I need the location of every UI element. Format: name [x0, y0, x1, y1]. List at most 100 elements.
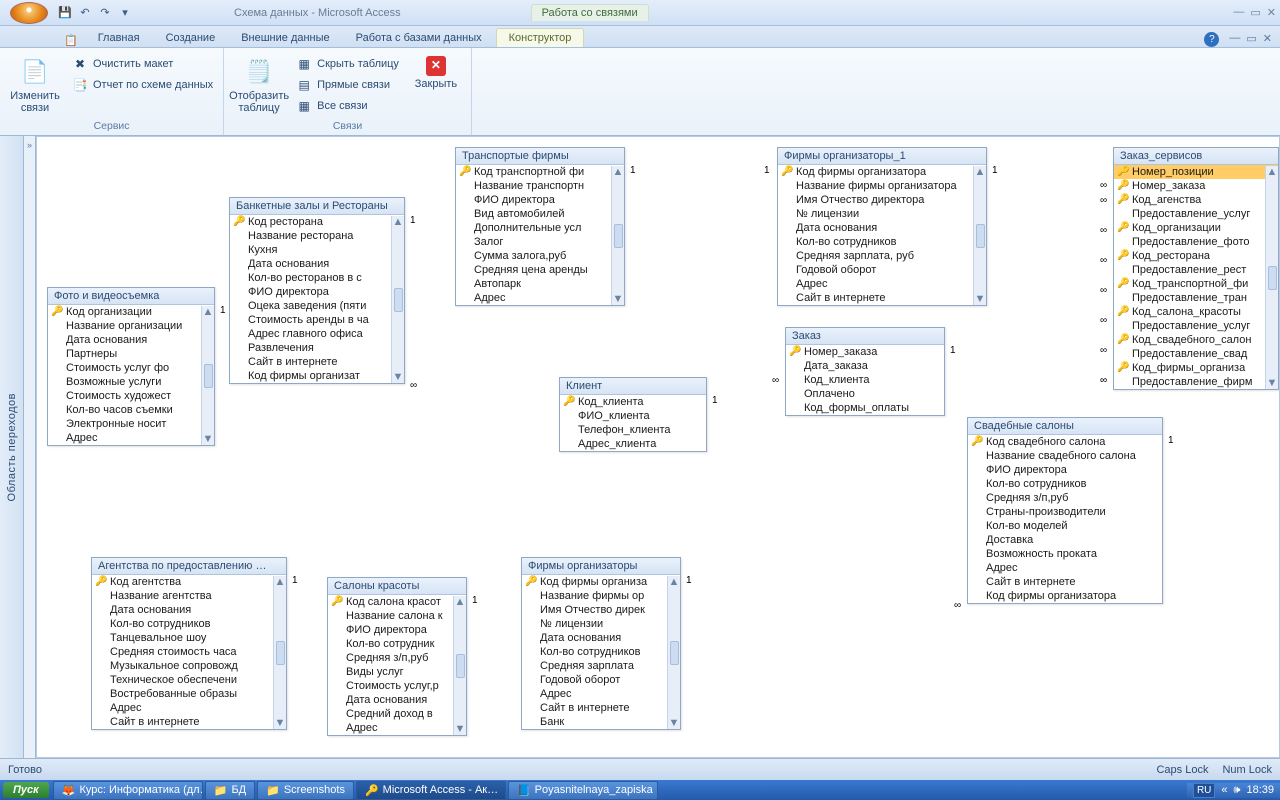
entity-field[interactable]: Средняя зарплата — [522, 659, 680, 673]
entity-org[interactable]: Фирмы организаторы🔑Код фирмы организаНаз… — [521, 557, 681, 730]
entity-field[interactable]: 🔑Код_салона_красоты — [1114, 305, 1278, 319]
entity-field[interactable]: Название ресторана — [230, 229, 404, 243]
entity-field[interactable]: Сайт в интернете — [230, 355, 404, 369]
entity-field[interactable]: Кол-во сотрудников — [522, 645, 680, 659]
entity-field[interactable]: Адрес — [778, 277, 986, 291]
table-scrollbar[interactable]: ▲▼ — [667, 576, 680, 729]
entity-field[interactable]: Стоимость аренды в ча — [230, 313, 404, 327]
entity-field[interactable]: Стоимость услуг,р — [328, 679, 466, 693]
maximize-icon[interactable]: ▭ — [1250, 6, 1260, 19]
entity-photo[interactable]: Фото и видеосъемка🔑Код организацииНазван… — [47, 287, 215, 446]
taskbar-item[interactable]: 🦊 Курс: Информатика (дл… — [53, 781, 203, 800]
entity-field[interactable]: Сайт в интернете — [778, 291, 986, 305]
entity-field[interactable]: 🔑Код фирмы организатора — [778, 165, 986, 179]
tab-external[interactable]: Внешние данные — [229, 29, 341, 47]
entity-header[interactable]: Салоны красоты — [328, 578, 466, 595]
entity-field[interactable]: Стоимость услуг фо — [48, 361, 214, 375]
taskbar-item[interactable]: 📘 Poyasnitelnaya_zapiska … — [508, 781, 658, 800]
entity-field[interactable]: Возможность проката — [968, 547, 1162, 561]
entity-header[interactable]: Клиент — [560, 378, 706, 395]
entity-field[interactable]: Имя Отчество дирек — [522, 603, 680, 617]
entity-field[interactable]: Дата_заказа — [786, 359, 944, 373]
entity-field[interactable]: Название салона к — [328, 609, 466, 623]
entity-field[interactable]: № лицензии — [778, 207, 986, 221]
qat-menu-icon[interactable]: ▾ — [116, 4, 134, 22]
entity-field[interactable]: ФИО директора — [328, 623, 466, 637]
entity-org1[interactable]: Фирмы организаторы_1🔑Код фирмы организат… — [777, 147, 987, 306]
entity-field[interactable]: Залог — [456, 235, 624, 249]
entity-field[interactable]: Кол-во сотрудник — [328, 637, 466, 651]
entity-field[interactable]: Техническое обеспечени — [92, 673, 286, 687]
entity-transport[interactable]: Транспортые фирмы🔑Код транспортной фиНаз… — [455, 147, 625, 306]
entity-field[interactable]: Доставка — [968, 533, 1162, 547]
relationships-canvas[interactable]: Фото и видеосъемка🔑Код организацииНазван… — [36, 136, 1280, 758]
entity-field[interactable]: № лицензии — [522, 617, 680, 631]
close-button[interactable]: ✕ Закрыть — [407, 54, 465, 92]
table-scrollbar[interactable]: ▲▼ — [611, 166, 624, 305]
hide-table-button[interactable]: ▦Скрыть таблицу — [292, 54, 403, 74]
entity-field[interactable]: Сумма залога,руб — [456, 249, 624, 263]
table-scrollbar[interactable]: ▲▼ — [201, 306, 214, 445]
entity-field[interactable]: 🔑Код организации — [48, 305, 214, 319]
taskbar-item[interactable]: 🔑 Microsoft Access - Ак… — [356, 781, 506, 800]
entity-field[interactable]: Код_формы_оплаты — [786, 401, 944, 415]
entity-header[interactable]: Заказ_сервисов — [1114, 148, 1278, 165]
entity-field[interactable]: Годовой оборот — [778, 263, 986, 277]
entity-field[interactable]: Партнеры — [48, 347, 214, 361]
table-scrollbar[interactable]: ▲▼ — [391, 216, 404, 383]
entity-field[interactable]: 🔑Номер_заказа — [1114, 179, 1278, 193]
entity-field[interactable]: 🔑Код ресторана — [230, 215, 404, 229]
entity-field[interactable]: Дата основания — [778, 221, 986, 235]
entity-field[interactable]: Дата основания — [328, 693, 466, 707]
entity-field[interactable]: Оцека заведения (пяти — [230, 299, 404, 313]
entity-field[interactable]: Адрес — [456, 291, 624, 305]
entity-header[interactable]: Фирмы организаторы — [522, 558, 680, 575]
tray-icon[interactable]: « — [1221, 784, 1227, 796]
entity-field[interactable]: ФИО директора — [456, 193, 624, 207]
tab-design[interactable]: Конструктор — [496, 28, 585, 47]
entity-field[interactable]: Предоставление_рест — [1114, 263, 1278, 277]
entity-field[interactable]: Средняя з/п,руб — [968, 491, 1162, 505]
entity-field[interactable]: Кол-во сотрудников — [92, 617, 286, 631]
entity-client[interactable]: Клиент🔑Код_клиентаФИО_клиентаТелефон_кли… — [559, 377, 707, 452]
taskbar-item[interactable]: 📁 БД — [205, 781, 255, 800]
entity-field[interactable]: 🔑Код салона красот — [328, 595, 466, 609]
entity-field[interactable]: 🔑Код_свадебного_салон — [1114, 333, 1278, 347]
entity-field[interactable]: Предоставление_услуг — [1114, 207, 1278, 221]
entity-field[interactable]: Сайт в интернете — [522, 701, 680, 715]
entity-field[interactable]: 🔑Код_организации — [1114, 221, 1278, 235]
show-table-button[interactable]: 🗒️ Отобразить таблицу — [230, 54, 288, 116]
entity-field[interactable]: Танцевальное шоу — [92, 631, 286, 645]
taskbar-item[interactable]: 📁 Screenshots — [257, 781, 354, 800]
entity-field[interactable]: Название свадебного салона — [968, 449, 1162, 463]
navigation-shutter[interactable]: » — [24, 136, 36, 758]
relation-report-button[interactable]: 📑Отчет по схеме данных — [68, 75, 217, 95]
entity-field[interactable]: ФИО директора — [230, 285, 404, 299]
entity-field[interactable]: Средняя стоимость часа — [92, 645, 286, 659]
entity-field[interactable]: Название фирмы организатора — [778, 179, 986, 193]
entity-order[interactable]: Заказ🔑Номер_заказаДата_заказаКод_клиента… — [785, 327, 945, 416]
entity-field[interactable]: 🔑Код свадебного салона — [968, 435, 1162, 449]
entity-field[interactable]: Название организации — [48, 319, 214, 333]
entity-wedding[interactable]: Свадебные салоны🔑Код свадебного салонаНа… — [967, 417, 1163, 604]
paste-icon[interactable]: 📋 — [58, 34, 84, 47]
entity-field[interactable]: Предоставление_фото — [1114, 235, 1278, 249]
entity-field[interactable]: 🔑Код фирмы организа — [522, 575, 680, 589]
entity-field[interactable]: Код_клиента — [786, 373, 944, 387]
tab-create[interactable]: Создание — [154, 29, 228, 47]
entity-field[interactable]: ФИО директора — [968, 463, 1162, 477]
entity-header[interactable]: Банкетные залы и Рестораны — [230, 198, 404, 215]
entity-field[interactable]: Средний доход в — [328, 707, 466, 721]
entity-field[interactable]: 🔑Код транспортной фи — [456, 165, 624, 179]
office-button[interactable] — [10, 2, 48, 24]
entity-field[interactable]: Кол-во сотрудников — [968, 477, 1162, 491]
entity-agency[interactable]: Агентства по предоставлению …🔑Код агентс… — [91, 557, 287, 730]
entity-field[interactable]: Востребованные образы — [92, 687, 286, 701]
entity-field[interactable]: Адрес — [968, 561, 1162, 575]
entity-field[interactable]: Дополнительные усл — [456, 221, 624, 235]
entity-field[interactable]: Кол-во часов съемки — [48, 403, 214, 417]
entity-field[interactable]: Телефон_клиента — [560, 423, 706, 437]
tab-dbtools[interactable]: Работа с базами данных — [344, 29, 494, 47]
entity-field[interactable]: Название агентства — [92, 589, 286, 603]
entity-field[interactable]: Кол-во ресторанов в с — [230, 271, 404, 285]
